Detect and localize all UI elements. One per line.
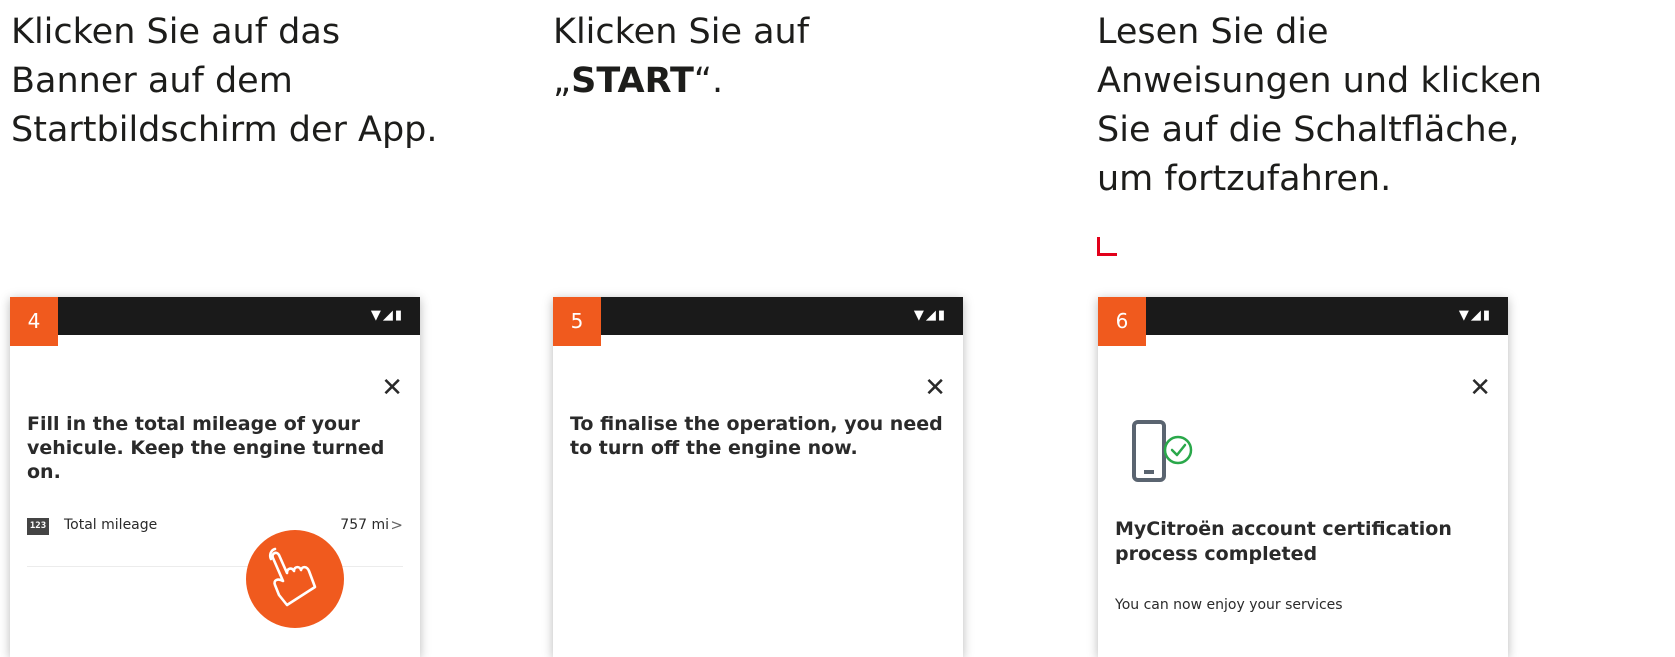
close-icon[interactable]: ✕ — [924, 375, 946, 401]
close-icon[interactable]: ✕ — [381, 375, 403, 401]
quote-open: „ — [553, 61, 572, 101]
step-badge: 5 — [553, 297, 601, 346]
instruction-line: Lesen Sie die — [1097, 12, 1329, 52]
hand-pointer-icon — [246, 530, 344, 628]
step-badge: 6 — [1098, 297, 1146, 346]
phone-screen-step-5: ▼◢▮ 5 ✕ To finalise the operation, you n… — [553, 297, 963, 657]
instruction-step-5: Klicken Sie auf „START“. — [553, 8, 809, 106]
instruction-step-6: Lesen Sie die Anweisungen und klicken Si… — [1097, 8, 1542, 204]
start-label: START — [571, 61, 694, 101]
instruction-line-start: „START“. — [553, 57, 809, 106]
mileage-label: Total mileage — [64, 517, 158, 533]
instruction-line: um fortzufahren. — [1097, 159, 1392, 199]
instruction-line: Sie auf die Schaltfläche, — [1097, 110, 1520, 150]
chevron-right-icon: > — [390, 516, 403, 534]
phone-screen-step-6: ▼◢▮ 6 ✕ MyCitroën account certification … — [1098, 297, 1508, 657]
status-bar: ▼◢▮ — [1098, 297, 1508, 335]
step-badge: 4 — [10, 297, 58, 346]
screen-heading: Fill in the total mileage of your vehicu… — [27, 413, 385, 483]
instruction-line: Klicken Sie auf das — [11, 12, 341, 52]
corner-mark — [1097, 237, 1117, 256]
certification-title: MyCitroën account certification process … — [1115, 518, 1452, 565]
total-mileage-row[interactable]: 123 Total mileage 757 mi > — [27, 512, 403, 567]
certification-subtitle: You can now enjoy your services — [1115, 597, 1343, 613]
mileage-value: 757 mi — [340, 517, 389, 533]
status-bar: ▼◢▮ — [10, 297, 420, 335]
instruction-line: Startbildschirm der App. — [11, 110, 438, 150]
status-icons: ▼◢▮ — [1458, 308, 1492, 323]
close-icon[interactable]: ✕ — [1469, 375, 1491, 401]
phone-screen-step-4: ▼◢▮ 4 ✕ Fill in the total mileage of you… — [10, 297, 420, 657]
instruction-step-4: Klicken Sie auf das Banner auf dem Start… — [11, 8, 438, 155]
screen-heading: To finalise the operation, you need to t… — [570, 413, 943, 459]
odometer-icon: 123 — [27, 518, 49, 535]
status-bar: ▼◢▮ — [553, 297, 963, 335]
smartphone-check-icon — [1132, 420, 1198, 490]
instruction-line: Klicken Sie auf — [553, 12, 810, 52]
instruction-line: Banner auf dem — [11, 61, 293, 101]
status-icons: ▼◢▮ — [913, 308, 947, 323]
instruction-line: Anweisungen und klicken — [1097, 61, 1543, 101]
status-icons: ▼◢▮ — [370, 308, 404, 323]
quote-close: “. — [693, 61, 724, 101]
